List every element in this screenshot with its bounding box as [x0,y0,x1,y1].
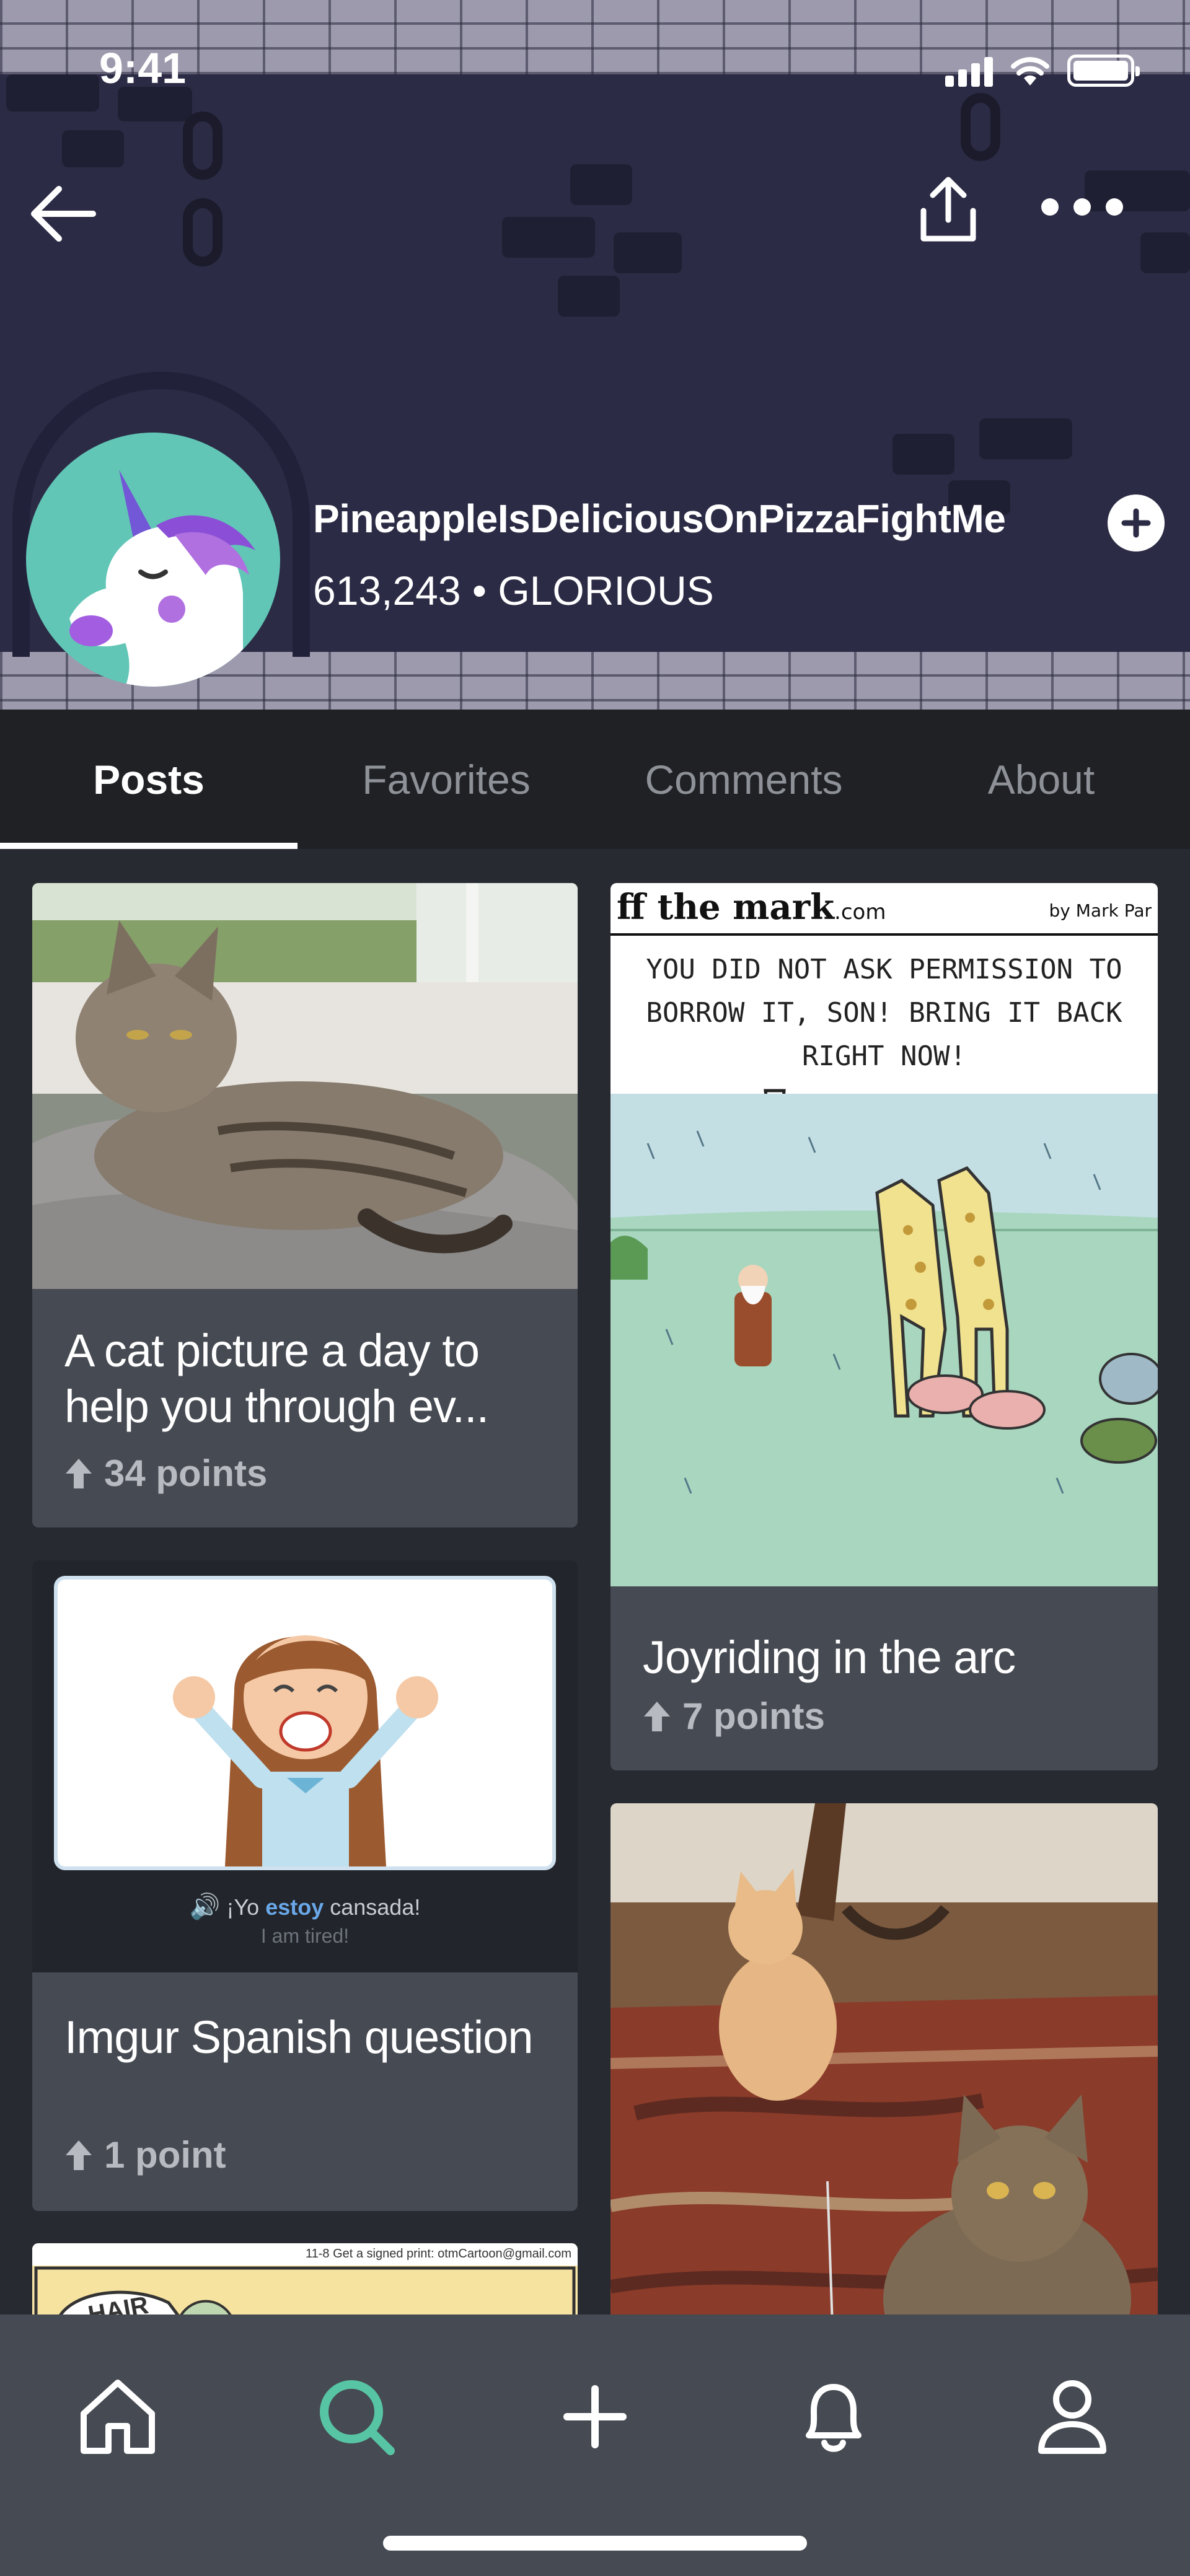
add-post-icon[interactable] [552,2373,638,2460]
illustration-panel [54,1576,556,1870]
profile-stats: 613,243 • GLORIOUS [313,567,714,614]
upvote-arrow-icon [66,2140,92,2170]
speaker-icon[interactable]: 🔊 [190,1893,221,1920]
home-indicator [383,2536,807,2551]
decor-brick [892,434,954,475]
profile-points: 613,243 [313,568,461,613]
stats-separator: • [472,568,487,613]
chain-link [183,198,223,266]
wifi-icon [1011,57,1049,86]
plus-icon [1121,508,1151,538]
avatar[interactable] [26,433,280,687]
back-arrow-icon[interactable] [25,180,99,248]
post-title[interactable]: Joyriding in the arc [643,1630,1133,1686]
more-options-icon[interactable] [1041,198,1123,216]
chain-link [183,112,223,180]
decor-brick [502,217,595,258]
post-card[interactable]: 🔊 ¡Yo estoy cansada! I am tired! Imgur S… [32,1560,578,2211]
status-time: 9:41 [99,44,187,92]
tired-girl-illustration [173,1635,438,1866]
tab-comments[interactable]: Comments [595,710,892,849]
decor-brick [979,418,1072,459]
points-label: 34 points [104,1453,268,1494]
tab-favorites[interactable]: Favorites [298,710,595,849]
post-card[interactable] [610,1803,1158,2361]
upvote-arrow-icon [66,1458,92,1488]
unicorn-icon [69,470,255,687]
post-title[interactable]: A cat picture a day to help you through … [64,1323,553,1435]
post-image[interactable]: ff the mark.com by Mark Par YOU DID NOT … [610,883,1158,1586]
points-label: 7 points [682,1695,826,1737]
profile-header: 9:41 PineappleIsDeliciousOnPizzaFightMe … [0,0,1190,710]
profile-username: PineappleIsDeliciousOnPizzaFightMe [313,496,1006,541]
points-label: 1 point [104,2134,226,2176]
decor-brick [62,130,124,167]
search-icon[interactable] [313,2373,400,2460]
tab-posts[interactable]: Posts [0,710,298,849]
phrase-highlight[interactable]: estoy [265,1894,324,1920]
home-icon[interactable] [74,2373,161,2460]
upvote-arrow-icon [644,1701,670,1731]
post-title[interactable]: Imgur Spanish question [64,2010,553,2065]
post-card[interactable]: ff the mark.com by Mark Par YOU DID NOT … [610,883,1158,1770]
decor-brick [1140,232,1190,273]
small-comic-caption: 11-8 Get a signed print: otmCartoon@gmai… [32,2243,578,2266]
comic-scene [610,1089,1158,1586]
post-image[interactable]: 🔊 ¡Yo estoy cansada! I am tired! [32,1560,578,1972]
post-image[interactable] [610,1803,1158,2361]
phrase-translation: I am tired! [260,1925,350,1947]
post-card[interactable]: A cat picture a day to help you through … [32,883,578,1528]
post-points: 34 points [64,1452,267,1495]
follow-button[interactable] [1108,495,1165,552]
post-points: 1 point [64,2134,226,2176]
notifications-bell-icon[interactable] [790,2373,877,2460]
chain-link [961,93,1000,161]
profile-icon[interactable] [1029,2373,1116,2460]
phrase-pre: ¡Yo [226,1894,266,1920]
cats-on-rug-photo [610,1803,1158,2361]
decor-brick [558,276,620,317]
post-image[interactable] [32,883,578,1289]
signal-icon [945,57,993,87]
decor-brick [614,232,682,273]
decor-brick [570,164,632,205]
tab-about[interactable]: About [892,710,1190,849]
share-icon[interactable] [911,174,985,248]
cat-photo [32,883,578,1289]
battery-icon [1067,55,1140,87]
profile-tabs: Posts Favorites Comments About [0,710,1190,849]
active-tab-indicator [0,843,298,849]
decor-brick [6,74,99,112]
phrase-post: cansada! [324,1894,421,1920]
profile-title: GLORIOUS [498,568,714,613]
status-icons [945,55,1140,87]
post-points: 7 points [643,1695,825,1738]
noah-figure [734,1265,772,1366]
spanish-phrase: 🔊 ¡Yo estoy cansada! [32,1892,578,1921]
